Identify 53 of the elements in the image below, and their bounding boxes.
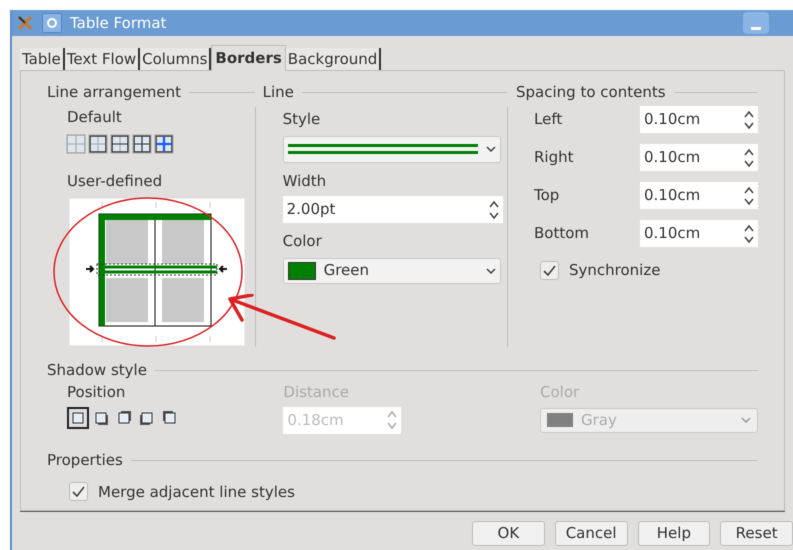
tab[interactable]: Text Flow [64, 48, 140, 70]
dialog-button[interactable]: OK [472, 521, 545, 546]
spin-arrows-icon[interactable] [744, 108, 754, 130]
spin-arrows-icon[interactable] [744, 184, 754, 206]
line-style-dropdown[interactable] [282, 136, 501, 162]
dialog-button[interactable]: Reset [720, 521, 793, 546]
border-preset-icon[interactable] [154, 134, 174, 154]
app-icon [16, 14, 34, 32]
window-menu-icon[interactable] [42, 13, 62, 33]
section-heading: Properties [47, 450, 123, 472]
field-label: Default [67, 107, 123, 128]
section-heading: Line [262, 82, 294, 103]
field-label: Width [282, 170, 328, 192]
dialog-button[interactable]: Cancel [554, 521, 628, 546]
field-label: Style [282, 109, 322, 130]
spin-field[interactable]: 0.10cm [640, 220, 758, 247]
field-label: Synchronize [569, 260, 660, 281]
section-heading: Line arrangement [47, 82, 181, 103]
section-heading: Spacing to contents [516, 82, 666, 103]
field-label: Bottom [534, 223, 590, 244]
section-heading: Shadow style [47, 360, 147, 381]
tab[interactable]: Background [286, 48, 382, 70]
tab[interactable]: Borders [211, 45, 286, 71]
spin-field[interactable]: 0.10cm [640, 144, 758, 171]
field-label: Position [67, 382, 126, 403]
spin-arrows-icon[interactable] [744, 146, 754, 168]
spin-field[interactable]: 0.10cm [640, 106, 758, 133]
field-label: Right [534, 147, 574, 168]
field-label: Top [534, 185, 560, 206]
window-title: Table Format [70, 12, 166, 34]
tab[interactable]: Table [20, 48, 65, 70]
checkbox[interactable] [540, 260, 559, 280]
double-line-icon [288, 143, 478, 155]
color-swatch [547, 413, 573, 427]
border-preset-icon[interactable] [88, 134, 108, 154]
field-label: User-defined [67, 170, 164, 192]
spin-arrows-icon[interactable] [744, 222, 754, 244]
field-label: Color [282, 231, 323, 252]
color-dropdown[interactable]: Green [282, 258, 501, 284]
field-label: Left [534, 109, 564, 130]
spin-field[interactable]: 2.00pt [282, 196, 503, 223]
spin-field[interactable]: 0.10cm [640, 182, 758, 209]
tab[interactable]: Columns [140, 48, 212, 70]
spin-arrows-icon[interactable] [488, 198, 499, 220]
field-label: Merge adjacent line styles [98, 482, 295, 502]
minimize-icon [751, 27, 761, 30]
border-preset-icon[interactable] [132, 134, 152, 154]
border-preset-icon[interactable] [110, 134, 130, 154]
minimize-button[interactable] [743, 12, 769, 34]
dialog-button[interactable]: Help [638, 521, 710, 546]
checkbox[interactable] [69, 482, 88, 502]
color-swatch [288, 262, 316, 280]
shadow-position-icon[interactable] [67, 406, 89, 428]
